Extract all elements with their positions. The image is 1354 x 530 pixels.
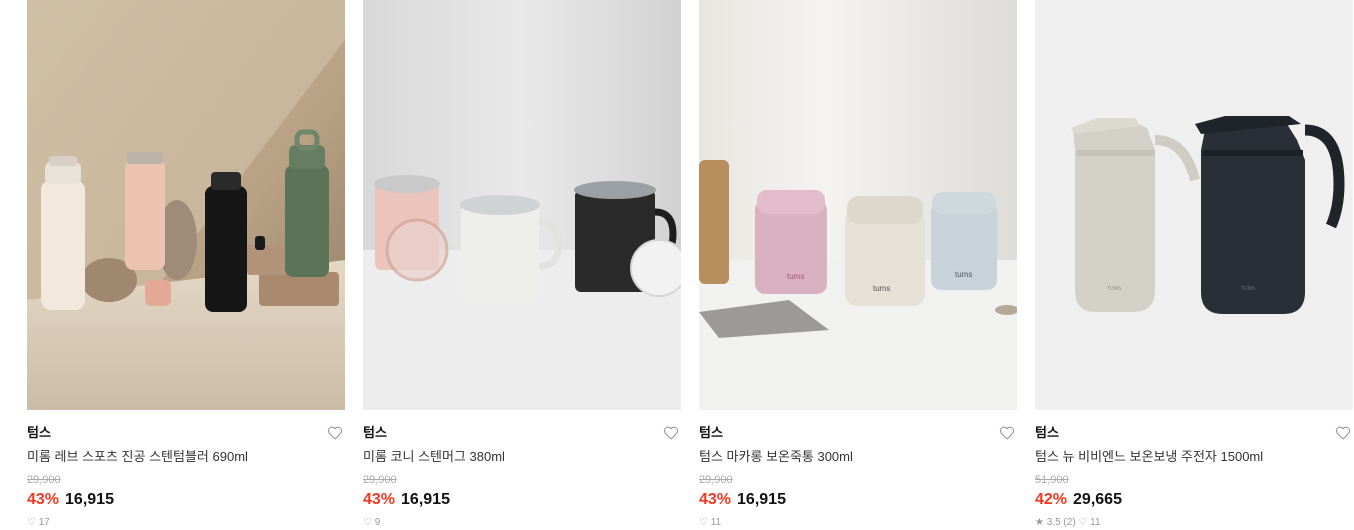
product-name[interactable]: 미롬 레브 스포츠 진공 스텐텀블러 690ml: [27, 448, 345, 466]
tums-logo: TUMS: [1241, 286, 1256, 292]
tums-logo: tums: [955, 270, 972, 279]
product-image[interactable]: tums tums tums: [699, 0, 1017, 410]
price-row: 43% 16,915: [27, 490, 345, 510]
heart-icon[interactable]: [999, 425, 1015, 441]
product-image[interactable]: [27, 0, 345, 410]
sale-price: 29,665: [1073, 491, 1122, 508]
brand-name[interactable]: 텀스: [27, 424, 345, 442]
product-grid: 텀스 미롬 레브 스포츠 진공 스텐텀블러 690ml 29,900 43% 16…: [27, 0, 1353, 530]
original-price: 51,900: [1035, 474, 1069, 486]
brand-name[interactable]: 텀스: [363, 424, 681, 442]
tums-logo: tums: [873, 284, 890, 293]
product-image[interactable]: TUMS TUMS: [1035, 0, 1353, 410]
sale-price: 16,915: [401, 491, 450, 508]
product-image[interactable]: [363, 0, 681, 410]
tums-logo: TUMS: [1107, 286, 1122, 292]
stainless-mugs-photo: [363, 0, 681, 410]
original-price: 29,900: [363, 474, 397, 486]
product-name[interactable]: 미롬 코니 스텐머그 380ml: [363, 448, 681, 466]
review-like-count: ★ 3.5 (2) ♡ 11: [1035, 517, 1101, 528]
brand-name[interactable]: 텀스: [699, 424, 1017, 442]
product-card[interactable]: 텀스 미롬 코니 스텐머그 380ml 29,900 43% 16,915 ♡ 9: [363, 0, 681, 530]
review-like-count: ♡ 9: [363, 517, 381, 528]
brand-name[interactable]: 텀스: [1035, 424, 1353, 442]
price-row: 43% 16,915: [699, 490, 1017, 510]
food-jars-photo: tums tums tums: [699, 0, 1017, 410]
sale-price: 16,915: [65, 491, 114, 508]
product-name[interactable]: 텀스 마카롱 보온죽통 300ml: [699, 448, 1017, 466]
heart-icon[interactable]: [327, 425, 343, 441]
price-row: 42% 29,665: [1035, 490, 1353, 510]
review-like-count: ♡ 11: [699, 517, 722, 528]
product-card[interactable]: TUMS TUMS 텀스 텀스 뉴 비비엔느 보온보냉 주전자 1500ml 5…: [1035, 0, 1353, 530]
product-name[interactable]: 텀스 뉴 비비엔느 보온보냉 주전자 1500ml: [1035, 448, 1353, 466]
discount-rate: 43%: [699, 491, 732, 508]
discount-rate: 43%: [363, 491, 396, 508]
heart-icon[interactable]: [1335, 425, 1351, 441]
review-like-count: ♡ 17: [27, 517, 50, 528]
original-price: 29,900: [27, 474, 61, 486]
tums-logo: tums: [787, 272, 804, 281]
sports-tumblers-photo: [27, 0, 345, 410]
product-card[interactable]: tums tums tums 텀스 텀스 마카롱 보온죽통 300ml 29,9…: [699, 0, 1017, 530]
price-row: 43% 16,915: [363, 490, 681, 510]
original-price: 29,900: [699, 474, 733, 486]
sale-price: 16,915: [737, 491, 786, 508]
discount-rate: 42%: [1035, 491, 1068, 508]
product-card[interactable]: 텀스 미롬 레브 스포츠 진공 스텐텀블러 690ml 29,900 43% 16…: [27, 0, 345, 530]
heart-icon[interactable]: [663, 425, 679, 441]
discount-rate: 43%: [27, 491, 60, 508]
vacuum-jugs-photo: TUMS TUMS: [1035, 0, 1353, 410]
